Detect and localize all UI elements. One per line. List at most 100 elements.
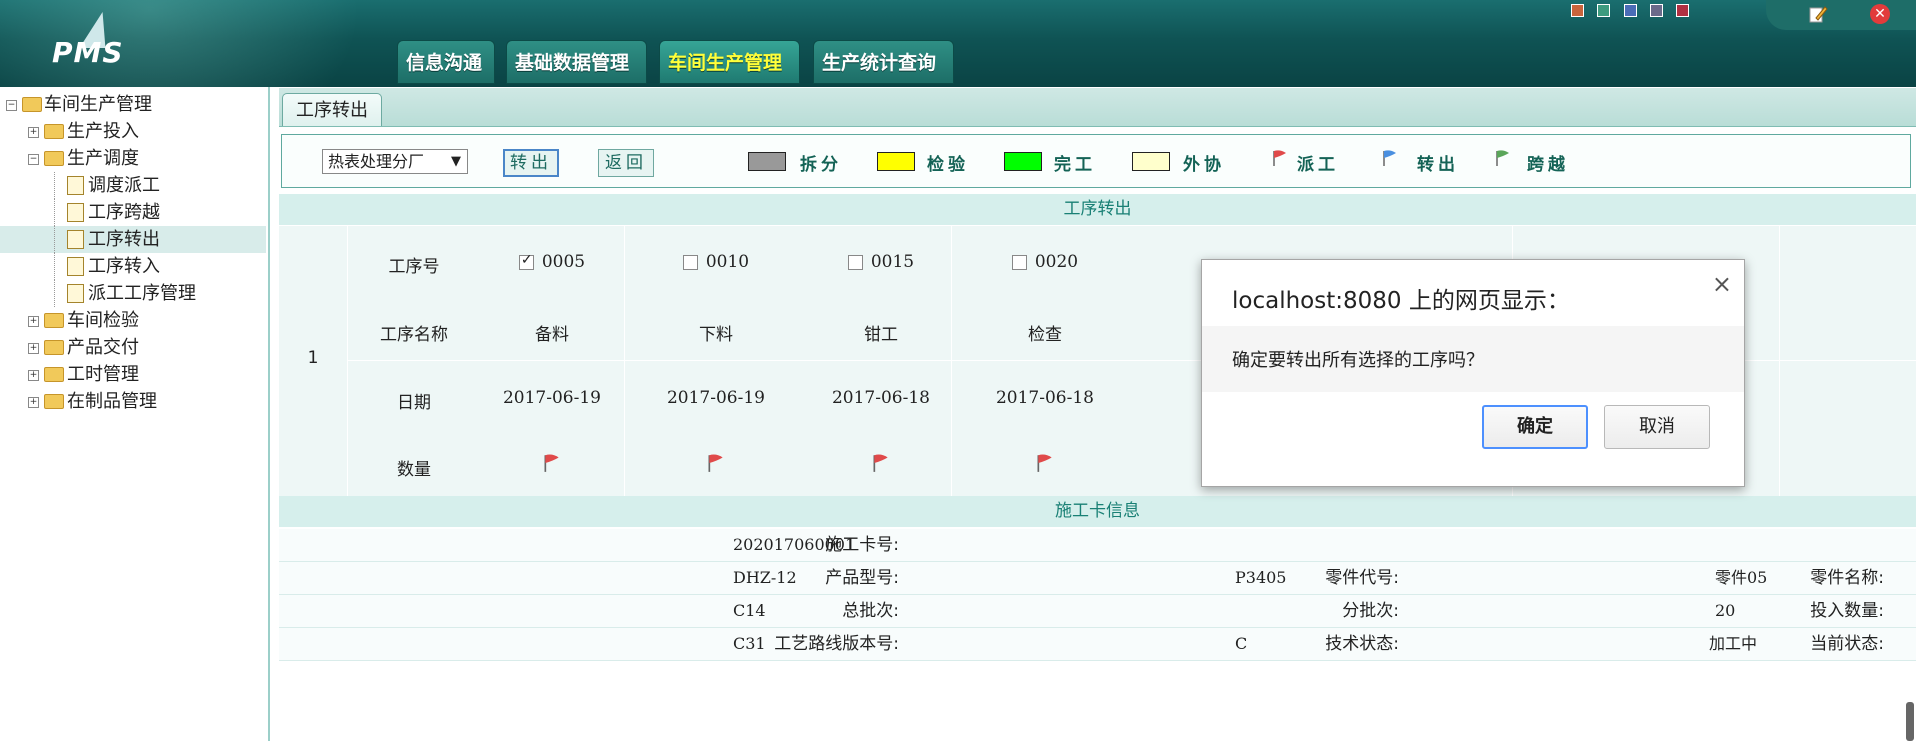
sidebar-item-label: 工序跨越 — [88, 202, 160, 223]
folder-icon — [44, 124, 64, 139]
legend-label-split: 拆分 — [800, 155, 842, 175]
route-value: C31 — [733, 634, 766, 653]
sidebar-item[interactable]: 工序转入 — [0, 253, 266, 280]
legend-label-complete: 完工 — [1054, 155, 1096, 175]
sidebar-item[interactable]: + 产品交付 — [0, 334, 266, 361]
dialog-close-icon[interactable]: × — [1712, 270, 1732, 298]
back-button[interactable]: 返回 — [598, 149, 654, 177]
sidebar-item[interactable]: 工序跨越 — [0, 199, 266, 226]
sidebar-item[interactable]: − 生产调度 — [0, 145, 266, 172]
legend-swatch-complete — [1004, 152, 1042, 171]
folder-icon — [44, 394, 64, 409]
nav-tab-workshop[interactable]: 车间生产管理 — [659, 40, 800, 84]
label-qty: 数量 — [397, 460, 431, 480]
dialog-ok-button[interactable]: 确定 — [1482, 405, 1588, 449]
card-row-1: 施工卡号: 202017060001 — [279, 529, 1916, 562]
window-theme-button[interactable] — [1624, 4, 1637, 17]
batch-value: C14 — [733, 601, 766, 620]
process-no: 0020 — [1034, 252, 1079, 272]
expand-icon[interactable]: + — [28, 127, 39, 138]
legend-swatch-inspect — [877, 152, 915, 171]
sidebar-item[interactable]: + 工时管理 — [0, 361, 266, 388]
sidebar-item[interactable]: 派工工序管理 — [0, 280, 266, 307]
process-date: 2017-06-18 — [831, 388, 930, 408]
window-theme-button[interactable] — [1597, 4, 1610, 17]
collapse-icon[interactable]: − — [28, 154, 39, 165]
tab-transfer-out[interactable]: 工序转出 — [282, 93, 382, 126]
document-icon — [67, 203, 84, 222]
dialog-title: localhost:8080 上的网页显示： — [1232, 288, 1570, 314]
status-value: 加工中 — [1709, 634, 1758, 653]
legend-label-outsource: 外协 — [1183, 155, 1225, 175]
toolbar: 热表处理分厂 ▼ 转出 返回 拆分 检验 完工 外协 派工 转出 跨越 — [281, 134, 1911, 188]
sidebar-item-label: 在制品管理 — [67, 391, 157, 412]
sidebar-item-label: 生产投入 — [67, 121, 139, 142]
row-index: 1 — [307, 348, 319, 368]
window-theme-button[interactable] — [1650, 4, 1663, 17]
process-checkbox[interactable] — [682, 255, 698, 270]
window-theme-button[interactable] — [1676, 4, 1689, 17]
edit-icon[interactable] — [1808, 4, 1828, 24]
part-code-value: P3405 — [1235, 568, 1287, 587]
tree-root[interactable]: − 车间生产管理 — [0, 91, 266, 118]
part-code-label: 零件代号: — [1325, 568, 1399, 588]
vertical-scrollbar[interactable] — [1906, 702, 1914, 741]
factory-select-value: 热表处理分厂 — [328, 152, 425, 171]
transfer-out-button[interactable]: 转出 — [503, 149, 559, 177]
process-checkbox[interactable] — [847, 255, 863, 270]
dispatch-flag-icon — [1273, 150, 1286, 166]
sidebar-item[interactable]: + 在制品管理 — [0, 388, 266, 415]
expand-icon[interactable]: + — [28, 343, 39, 354]
label-process-no: 工序号 — [388, 257, 440, 277]
process-checkbox[interactable] — [518, 252, 534, 270]
document-icon — [67, 230, 84, 249]
sidebar-item[interactable]: + 生产投入 — [0, 118, 266, 145]
close-icon[interactable]: ✕ — [1870, 4, 1890, 24]
sidebar-item-label: 工时管理 — [67, 364, 139, 385]
dispatch-flag-icon[interactable] — [487, 453, 617, 478]
dispatch-flag-icon[interactable] — [816, 453, 946, 478]
sidebar-item-label: 产品交付 — [67, 337, 139, 358]
legend-label-skip: 跨越 — [1527, 155, 1569, 175]
nav-tab-statistics[interactable]: 生产统计查询 — [813, 40, 954, 84]
label-date: 日期 — [397, 393, 431, 413]
process-no: 0005 — [541, 252, 586, 272]
folder-icon — [44, 367, 64, 382]
sidebar-item[interactable]: 调度派工 — [0, 172, 266, 199]
dialog-cancel-button[interactable]: 取消 — [1604, 405, 1710, 449]
window-controls-area — [1766, 0, 1916, 30]
process-no-cell: 0020 — [980, 252, 1110, 272]
factory-select[interactable]: 热表处理分厂 ▼ — [322, 149, 468, 174]
folder-icon — [44, 340, 64, 355]
sidebar-item[interactable]: + 车间检验 — [0, 307, 266, 334]
document-icon — [67, 257, 84, 276]
dispatch-flag-icon[interactable] — [980, 453, 1110, 478]
expand-icon[interactable]: + — [28, 370, 39, 381]
process-date: 2017-06-19 — [666, 388, 765, 408]
legend-swatch-split — [748, 152, 786, 171]
folder-icon — [44, 313, 64, 328]
sidebar-item-label: 车间检验 — [67, 310, 139, 331]
process-date: 2017-06-18 — [995, 388, 1094, 408]
expand-icon[interactable]: + — [28, 316, 39, 327]
nav-tab-basic-data[interactable]: 基础数据管理 — [506, 40, 647, 84]
collapse-icon[interactable]: − — [6, 100, 17, 111]
process-checkbox[interactable] — [1011, 255, 1027, 270]
process-no-cell: 0005 — [487, 252, 617, 272]
nav-tab-info[interactable]: 信息沟通 — [397, 40, 495, 84]
expand-icon[interactable]: + — [28, 397, 39, 408]
dispatch-flag-icon[interactable] — [651, 453, 781, 478]
folder-open-icon — [22, 97, 42, 112]
window-theme-button[interactable] — [1571, 4, 1584, 17]
process-date: 2017-06-19 — [502, 388, 601, 408]
sidebar-item[interactable]: 工序转出 — [0, 226, 266, 253]
route-label: 工艺路线版本号: — [774, 634, 899, 654]
sidebar-item-label: 派工工序管理 — [88, 283, 196, 304]
content-tabbar: 工序转出 — [279, 88, 1916, 127]
confirm-dialog: localhost:8080 上的网页显示： × 确定要转出所有选择的工序吗？ … — [1201, 259, 1745, 487]
process-no-cell: 0015 — [816, 252, 946, 272]
process-name: 检查 — [1028, 325, 1062, 345]
dialog-body: 确定要转出所有选择的工序吗？ — [1202, 326, 1744, 392]
card-no-value: 202017060001 — [733, 535, 856, 554]
sidebar-item-label: 调度派工 — [88, 175, 160, 196]
